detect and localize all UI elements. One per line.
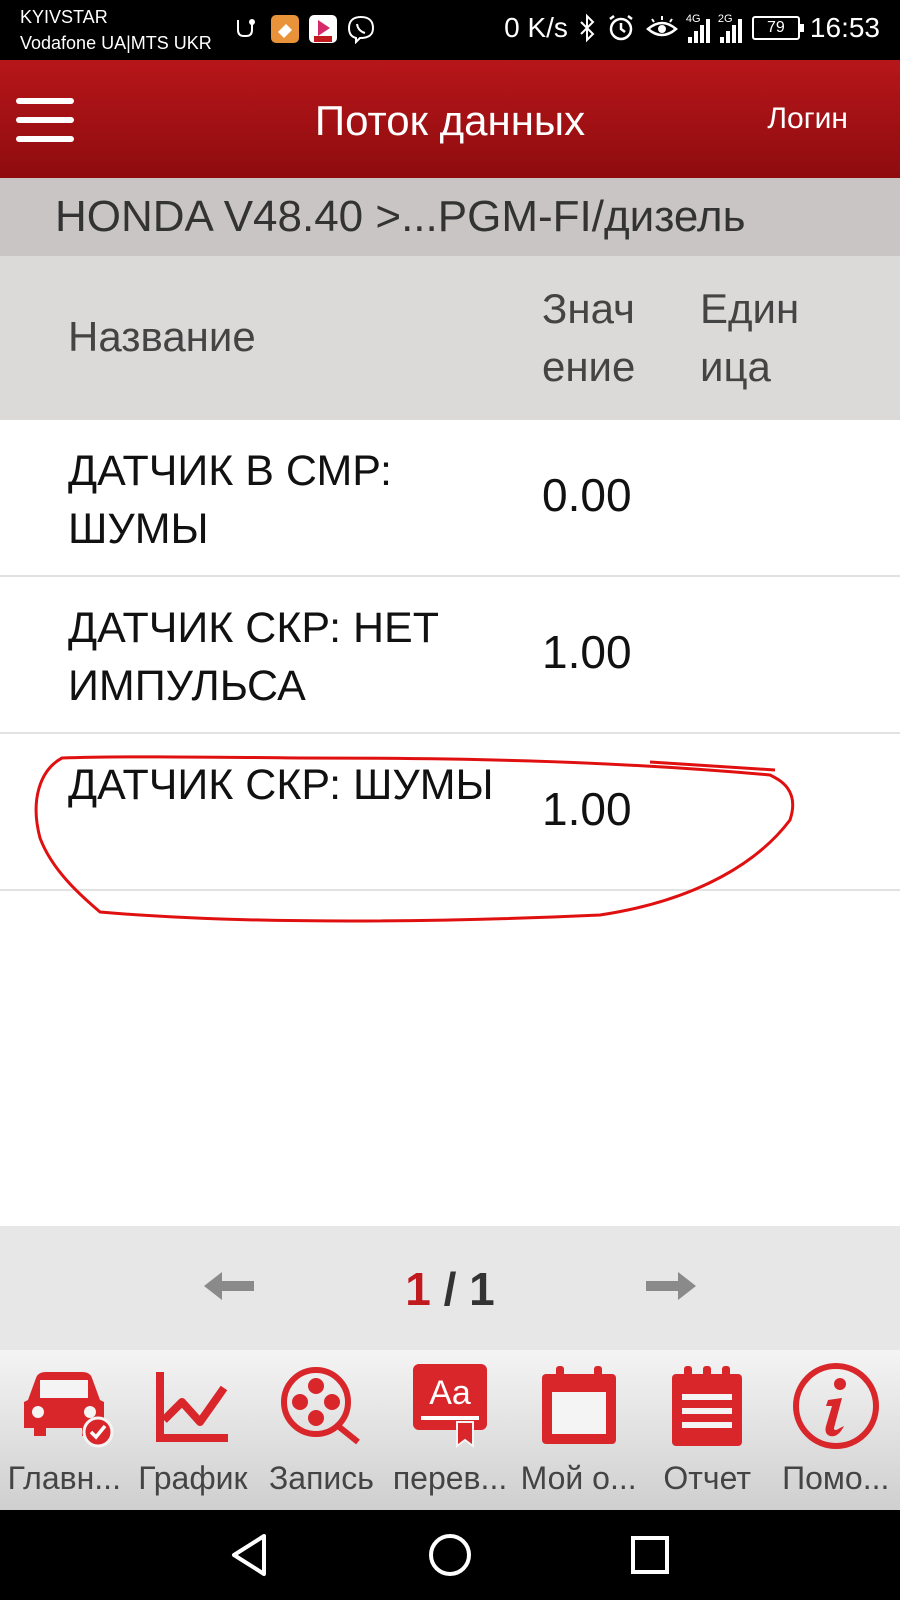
pagination-bar: 1 / 1	[0, 1226, 900, 1350]
app-header: Поток данных Логин	[0, 60, 900, 178]
report-icon	[672, 1366, 743, 1446]
page-total: 1	[469, 1263, 495, 1315]
arrow-right-icon[interactable]	[640, 1266, 700, 1306]
clock: 16:53	[809, 12, 880, 43]
table-row[interactable]: ДАТЧИК СКР: НЕТ ИМПУЛЬСА 1.00	[0, 577, 900, 734]
signal-4g-icon: 4G	[685, 13, 710, 43]
toolbar-record-button[interactable]: Запись	[257, 1350, 386, 1510]
breadcrumb: HONDA V48.40 >...PGM-FI/дизель	[0, 178, 900, 256]
back-icon[interactable]	[224, 1530, 274, 1580]
svg-text:Aa: Aa	[429, 1374, 471, 1412]
column-header-unit-line: Един	[700, 285, 800, 332]
toolbar-label: Мой о...	[520, 1460, 637, 1496]
bluetooth-icon	[580, 13, 595, 43]
toolbar-label: перев...	[392, 1460, 508, 1496]
network-type-2: 2G	[717, 13, 733, 25]
table-header: Название Знач ение Един ица	[0, 256, 900, 420]
toolbar-translate-button[interactable]: Aa перев...	[386, 1350, 515, 1510]
car-check-icon	[24, 1372, 114, 1448]
column-header-value-line: Знач	[542, 285, 635, 332]
toolbar-label: Помо...	[782, 1460, 890, 1496]
row-value: 0.00	[542, 469, 632, 521]
column-header-unit: Един ица	[700, 280, 840, 396]
android-nav-bar	[0, 1510, 900, 1600]
video-app-icon	[309, 15, 337, 43]
calendar-icon	[541, 1366, 616, 1444]
carrier-primary: KYIVSTAR	[20, 7, 108, 27]
page-indicator: 1 / 1	[0, 1262, 900, 1316]
toolbar-label: Отчет	[663, 1460, 751, 1496]
alarm-icon	[609, 15, 633, 41]
carrier-secondary: Vodafone UA|MTS UKR	[20, 33, 212, 53]
page-title: Поток данных	[314, 97, 586, 144]
toolbar-label: График	[138, 1460, 248, 1496]
toolbar-report-button[interactable]: Отчет	[643, 1350, 772, 1510]
toolbar-chart-button[interactable]: График	[129, 1350, 258, 1510]
net-speed: 0 K/s	[504, 12, 568, 43]
notification-icons	[232, 14, 376, 44]
page-current: 1	[405, 1263, 431, 1315]
column-header-value: Знач ение	[542, 280, 682, 396]
data-stream-list: ДАТЧИК В СМР: ШУМЫ 0.00 ДАТЧИК СКР: НЕТ …	[0, 420, 900, 891]
table-row[interactable]: ДАТЧИК В СМР: ШУМЫ 0.00	[0, 420, 900, 577]
toolbar-label: Запись	[268, 1460, 374, 1496]
toolbar-help-button[interactable]: Помо...	[771, 1350, 900, 1510]
row-name: ДАТЧИК СКР: ШУМЫ	[68, 761, 494, 809]
login-button[interactable]: Логин	[767, 102, 848, 136]
signal-2g-icon: 2G	[717, 13, 742, 43]
translate-icon: Aa	[413, 1364, 488, 1448]
column-header-value-line: ение	[542, 343, 636, 390]
eye-comfort-icon	[646, 16, 678, 37]
app-orange-icon	[271, 15, 299, 43]
film-reel-icon	[281, 1367, 361, 1445]
home-icon[interactable]	[425, 1530, 475, 1580]
column-header-name: Название	[68, 313, 256, 360]
viber-icon	[347, 15, 375, 44]
chart-line-icon	[155, 1372, 228, 1442]
row-name: ДАТЧИК СКР: НЕТ ИМПУЛЬСА	[68, 604, 440, 710]
row-value: 1.00	[542, 626, 632, 678]
column-header-unit-line: ица	[700, 343, 771, 390]
battery-icon: 79	[751, 16, 804, 40]
page-separator: /	[430, 1263, 470, 1315]
recent-apps-icon[interactable]	[625, 1530, 675, 1580]
bottom-toolbar: Главн... График Запись Aa перев... Мой о…	[0, 1350, 900, 1510]
status-right: 0 K/s 4G 2G 79 16:53	[504, 12, 880, 44]
row-name: ДАТЧИК В СМР: ШУМЫ	[68, 447, 392, 553]
status-bar: KYIVSTAR Vodafone UA|MTS UKR 0 K/s 4G 2G…	[0, 0, 900, 60]
network-type-1: 4G	[685, 13, 701, 25]
table-row[interactable]: ДАТЧИК СКР: ШУМЫ 1.00	[0, 734, 900, 891]
usb-debug-icon	[237, 19, 255, 37]
info-icon	[792, 1363, 879, 1449]
toolbar-my-button[interactable]: Мой о...	[514, 1350, 643, 1510]
toolbar-label: Главн...	[7, 1460, 121, 1496]
row-value: 1.00	[542, 783, 632, 835]
toolbar-home-button[interactable]: Главн...	[0, 1350, 129, 1510]
